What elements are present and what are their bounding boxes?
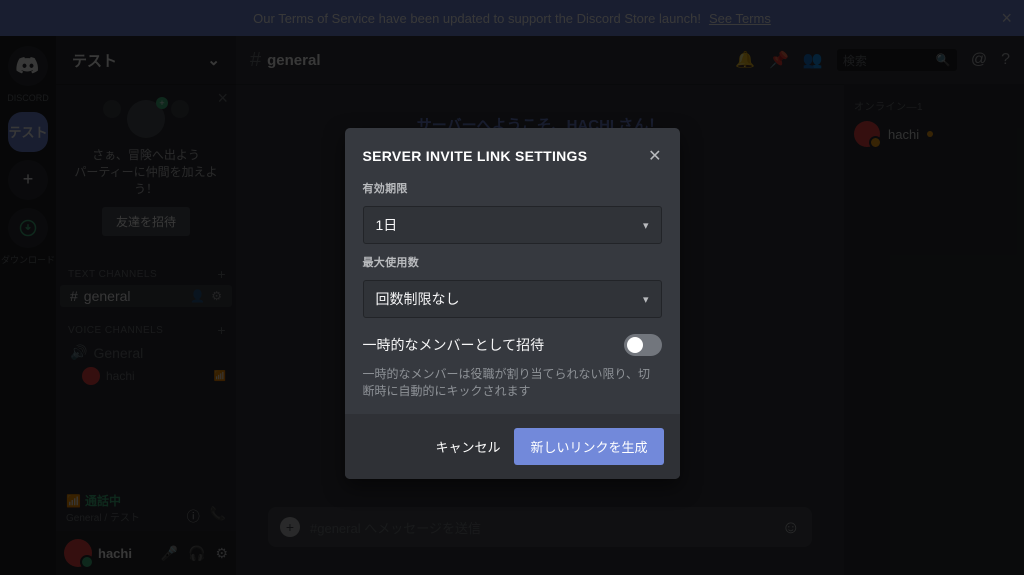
chevron-down-icon: ▾ [643,219,649,232]
max-uses-select[interactable]: 回数制限なし ▾ [363,280,662,318]
expire-select[interactable]: 1日 ▾ [363,206,662,244]
modal-close-icon[interactable]: ✕ [648,146,661,166]
invite-settings-modal: SERVER INVITE LINK SETTINGS ✕ 有効期限 1日 ▾ … [345,128,680,479]
expire-label: 有効期限 [363,180,662,196]
modal-overlay[interactable]: SERVER INVITE LINK SETTINGS ✕ 有効期限 1日 ▾ … [0,0,1024,575]
app-root: Our Terms of Service have been updated t… [0,0,1024,575]
max-uses-value: 回数制限なし [376,289,460,309]
chevron-down-icon: ▾ [643,293,649,306]
modal-header: SERVER INVITE LINK SETTINGS ✕ [345,128,680,176]
modal-body: 有効期限 1日 ▾ 最大使用数 回数制限なし ▾ 一時的なメンバーとして招待 一… [345,176,680,414]
modal-title: SERVER INVITE LINK SETTINGS [363,148,588,164]
temp-member-desc: 一時的なメンバーは役職が割り当てられない限り、切断時に自動的にキックされます [363,366,662,400]
generate-link-button[interactable]: 新しいリンクを生成 [514,428,663,465]
expire-value: 1日 [376,215,398,235]
temp-member-toggle[interactable] [624,334,662,356]
modal-footer: キャンセル 新しいリンクを生成 [345,414,680,479]
temp-member-row: 一時的なメンバーとして招待 [363,334,662,356]
temp-member-label: 一時的なメンバーとして招待 [363,335,545,355]
cancel-button[interactable]: キャンセル [435,437,500,456]
max-uses-label: 最大使用数 [363,254,662,270]
